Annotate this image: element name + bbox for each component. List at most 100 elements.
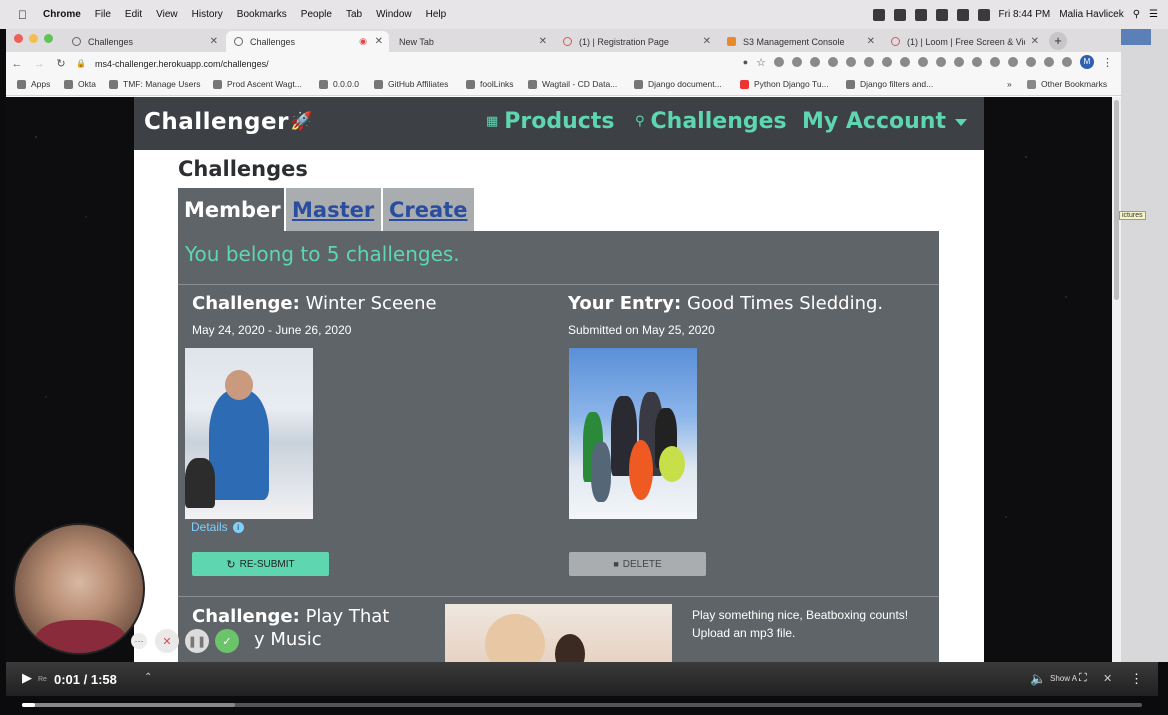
extension-icon[interactable] <box>972 57 982 67</box>
pause-recording-button[interactable]: ❚❚ <box>185 629 209 653</box>
minimize-window-button[interactable] <box>29 34 38 43</box>
finish-recording-button[interactable]: ✓ <box>215 629 239 653</box>
bookmark-django-docs[interactable]: Django document... <box>634 79 722 89</box>
show-label[interactable]: Show A <box>1050 674 1077 683</box>
menu-edit[interactable]: Edit <box>125 9 142 20</box>
close-tab-icon[interactable]: ✕ <box>703 36 711 47</box>
menu-history[interactable]: History <box>192 9 223 20</box>
volume-icon[interactable]: 🔈 <box>1030 671 1046 687</box>
webcam-bubble[interactable] <box>13 523 145 655</box>
back-arrow-icon[interactable]: ← <box>6 58 28 70</box>
browser-tab-s3[interactable]: S3 Management Console ✕ <box>719 31 881 52</box>
menu-people[interactable]: People <box>301 9 332 20</box>
close-icon[interactable]: ✕ <box>1103 672 1112 685</box>
battery-icon[interactable] <box>977 8 990 21</box>
fullscreen-icon[interactable]: ⛶ <box>1079 672 1087 685</box>
extension-icon[interactable] <box>1026 57 1036 67</box>
spotlight-icon[interactable]: ⚲ <box>1133 9 1140 20</box>
app-tray-icon[interactable] <box>914 8 927 21</box>
extension-icon[interactable] <box>882 57 892 67</box>
bluetooth-icon[interactable] <box>935 8 948 21</box>
control-center-icon[interactable]: ☰ <box>1149 9 1158 20</box>
clock[interactable]: Fri 8:44 PM <box>999 9 1051 20</box>
bookmark-tmf[interactable]: TMF: Manage Users <box>109 79 200 89</box>
tab-create[interactable]: Create <box>383 188 474 231</box>
challenge-image[interactable] <box>185 348 313 519</box>
chevron-up-icon[interactable]: ⌃ <box>144 672 152 683</box>
page-scrollbar[interactable] <box>1112 97 1121 662</box>
bookmark-foollinks[interactable]: foolLinks <box>466 79 514 89</box>
extension-icon[interactable] <box>864 57 874 67</box>
other-bookmarks[interactable]: Other Bookmarks <box>1027 79 1107 89</box>
bookmark-wagtail[interactable]: Wagtail - CD Data... <box>528 79 617 89</box>
browser-tab-loom[interactable]: (1) | Loom | Free Screen & Vide ✕ <box>883 31 1045 52</box>
extension-icon[interactable] <box>954 57 964 67</box>
menu-tab[interactable]: Tab <box>346 9 362 20</box>
play-icon[interactable]: ▶ <box>22 670 32 686</box>
menu-help[interactable]: Help <box>426 9 447 20</box>
browser-tab-new-tab[interactable]: New Tab ✕ <box>391 31 553 52</box>
extension-icon[interactable] <box>1062 57 1072 67</box>
lock-icon[interactable]: 🔒 <box>76 59 86 68</box>
new-tab-button[interactable]: + <box>1049 32 1067 50</box>
bookmarks-overflow[interactable]: » <box>1007 79 1012 89</box>
resubmit-button[interactable]: ↻ RE-SUBMIT <box>192 552 329 576</box>
more-vertical-icon[interactable]: ⋮ <box>1130 671 1143 687</box>
close-tab-icon[interactable]: ✕ <box>375 36 383 47</box>
browser-tab-registration[interactable]: (1) | Registration Page ✕ <box>555 31 717 52</box>
delete-button[interactable]: ■ DELETE <box>569 552 706 576</box>
wifi-icon[interactable] <box>956 8 969 21</box>
tab-member[interactable]: Member <box>178 188 284 231</box>
details-link[interactable]: Details i <box>191 520 244 534</box>
user-name[interactable]: Malia Havlicek <box>1059 9 1123 20</box>
sync-icon[interactable] <box>893 8 906 21</box>
nav-my-account[interactable]: My Account <box>802 109 946 134</box>
close-window-button[interactable] <box>14 34 23 43</box>
menu-bookmarks[interactable]: Bookmarks <box>237 9 287 20</box>
bookmark-localhost[interactable]: 0.0.0.0 <box>319 79 359 89</box>
bookmark-prod-ascent[interactable]: Prod Ascent Wagt... <box>213 79 302 89</box>
extension-icon[interactable] <box>900 57 910 67</box>
extension-icon[interactable] <box>846 57 856 67</box>
apple-icon[interactable]:  <box>18 8 32 22</box>
bookmark-django-filters[interactable]: Django filters and... <box>846 79 933 89</box>
microphone-icon[interactable] <box>872 8 885 21</box>
zoom-window-button[interactable] <box>44 34 53 43</box>
nav-challenges[interactable]: ⚲ Challenges <box>635 109 787 134</box>
scrollbar-thumb[interactable] <box>1114 100 1119 300</box>
extension-icon[interactable] <box>918 57 928 67</box>
entry-image[interactable] <box>569 348 697 519</box>
bookmark-okta[interactable]: Okta <box>64 79 96 89</box>
more-options-button[interactable]: ··· <box>131 633 147 649</box>
camera-icon[interactable]: ● <box>743 57 748 67</box>
bookmark-star-icon[interactable]: ☆ <box>756 56 766 69</box>
browser-tab-challenges-1[interactable]: Challenges ✕ <box>64 31 224 52</box>
bookmark-apps[interactable]: Apps <box>17 79 50 89</box>
extension-icon[interactable] <box>936 57 946 67</box>
bookmark-github[interactable]: GitHub Affiliates <box>374 79 448 89</box>
menu-view[interactable]: View <box>156 9 178 20</box>
menu-file[interactable]: File <box>95 9 111 20</box>
cancel-recording-button[interactable]: ✕ <box>155 629 179 653</box>
menu-window[interactable]: Window <box>376 9 412 20</box>
address-bar[interactable]: 🔒 ms4-challenger.herokuapp.com/challenge… <box>76 55 756 72</box>
close-tab-icon[interactable]: ✕ <box>539 36 547 47</box>
video-progress-bar[interactable] <box>22 703 1142 707</box>
chevron-down-icon[interactable] <box>955 119 967 126</box>
tab-master[interactable]: Master <box>286 188 381 231</box>
menu-app-name[interactable]: Chrome <box>43 9 81 20</box>
forward-arrow-icon[interactable]: → <box>28 58 50 70</box>
close-tab-icon[interactable]: ✕ <box>210 36 218 47</box>
profile-avatar[interactable]: M <box>1080 55 1094 69</box>
bookmark-python-django[interactable]: Python Django Tu... <box>740 79 829 89</box>
extension-icon[interactable] <box>1008 57 1018 67</box>
chrome-menu-icon[interactable]: ⋮ <box>1102 56 1113 69</box>
reload-icon[interactable]: ↻ <box>50 57 72 70</box>
extension-icon[interactable] <box>810 57 820 67</box>
extension-icon[interactable] <box>792 57 802 67</box>
challenge-image[interactable] <box>445 604 672 662</box>
site-brand[interactable]: Challenger <box>144 109 289 135</box>
extension-icon[interactable] <box>1044 57 1054 67</box>
extension-icon[interactable] <box>828 57 838 67</box>
close-tab-icon[interactable]: ✕ <box>867 36 875 47</box>
